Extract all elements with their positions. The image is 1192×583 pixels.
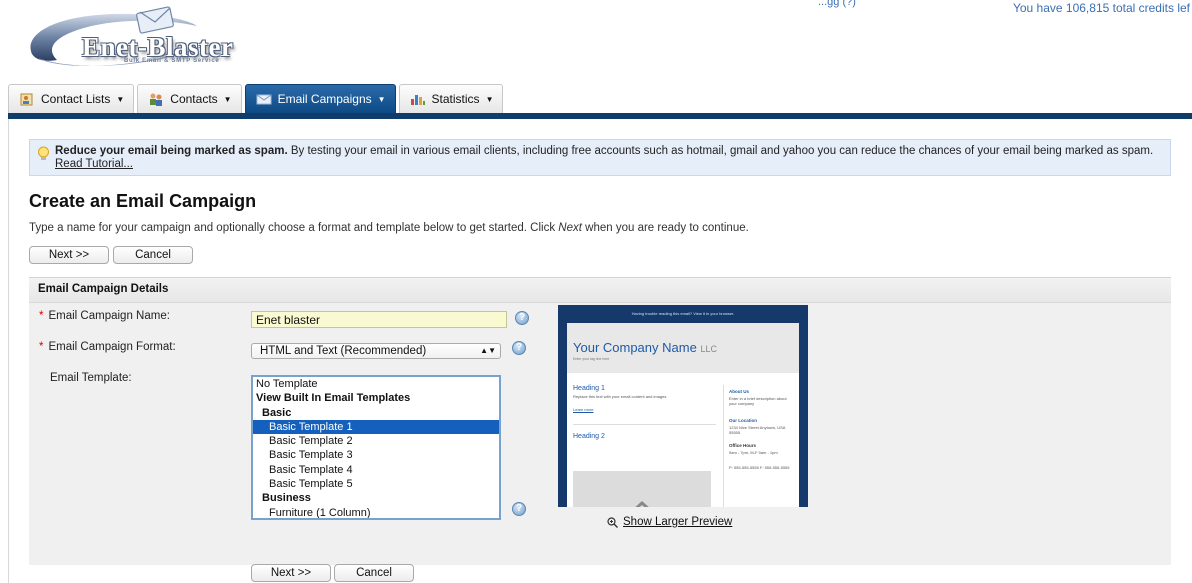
required-asterisk: * xyxy=(39,310,44,322)
email-template-label: Email Template: xyxy=(50,372,132,384)
envelope-icon xyxy=(256,92,272,106)
read-tutorial-link[interactable]: Read Tutorial... xyxy=(55,158,133,170)
campaign-details-panel: Email Campaign Details * Email Campaign N… xyxy=(29,277,1171,565)
preview-right-column: About Us Enter in a brief description ab… xyxy=(723,385,795,507)
preview-location-title: Our Location xyxy=(729,418,757,423)
preview-about-text: Enter in a brief description about your … xyxy=(729,396,787,406)
chevron-down-icon: ▼ xyxy=(485,94,494,104)
next-button-top[interactable]: Next >> xyxy=(29,246,109,264)
enet-blaster-logo[interactable]: Enet-Blaster Bulk Email & SMTP Service xyxy=(22,2,237,74)
chevron-down-icon: ▼ xyxy=(223,94,232,104)
main-content: Reduce your email being marked as spam. … xyxy=(8,119,1192,583)
chevron-down-icon: ▼ xyxy=(377,94,386,104)
template-option-no-template[interactable]: No Template xyxy=(253,377,499,391)
select-arrows-icon: ▲▼ xyxy=(480,346,496,355)
required-asterisk: * xyxy=(39,341,44,353)
tip-bold-text: Reduce your email being marked as spam. xyxy=(55,145,288,157)
template-option-furniture[interactable]: Furniture (1 Column) xyxy=(253,506,499,518)
intro-after: when you are ready to continue. xyxy=(581,222,749,234)
tab-label: Email Campaigns xyxy=(277,92,372,106)
intro-before: Type a name for your campaign and option… xyxy=(29,222,559,234)
template-preview-thumbnail[interactable]: Having trouble reading this email? View … xyxy=(558,305,808,507)
preview-left-column: Heading 1 Replace this text with your em… xyxy=(573,385,716,507)
template-group-business: Business xyxy=(262,492,311,505)
house-icon xyxy=(635,500,649,507)
template-option-basic-2[interactable]: Basic Template 2 xyxy=(253,434,499,448)
template-group-basic: Basic xyxy=(262,406,292,419)
format-selected-value: HTML and Text (Recommended) xyxy=(260,345,427,357)
details-header: Email Campaign Details xyxy=(29,277,1171,303)
header: Enet-Blaster Bulk Email & SMTP Service .… xyxy=(0,0,1192,86)
preview-image-placeholder xyxy=(573,471,711,507)
tab-email-campaigns[interactable]: Email Campaigns ▼ xyxy=(244,84,396,113)
template-option-basic-5[interactable]: Basic Template 5 xyxy=(253,477,499,491)
tab-label: Statistics xyxy=(431,92,480,106)
preview-hours-title: Office Hours xyxy=(729,443,757,448)
magnifier-icon xyxy=(607,517,618,528)
preview-hours-text: 9am - 7pm, M-F 9am - 1pm xyxy=(729,450,778,455)
campaign-name-label-text: Email Campaign Name: xyxy=(48,310,170,322)
tip-text: By testing your email in various email c… xyxy=(287,145,1154,157)
email-template-listbox[interactable]: No Template View Built In Email Template… xyxy=(251,375,501,520)
help-icon[interactable]: ? xyxy=(512,502,526,516)
preview-learn-more: Learn more xyxy=(573,407,594,412)
preview-header: Your Company Name LLC Enter your tag lin… xyxy=(567,323,799,373)
template-option-basic-1[interactable]: Basic Template 1 xyxy=(253,419,499,435)
help-icon[interactable]: ? xyxy=(512,341,526,355)
preview-company-suffix: LLC xyxy=(700,344,717,354)
template-option-basic-3[interactable]: Basic Template 3 xyxy=(253,448,499,462)
contacts-icon xyxy=(148,92,164,106)
cancel-button-bottom[interactable]: Cancel xyxy=(334,564,414,582)
template-group-built-in: View Built In Email Templates xyxy=(256,392,411,405)
intro-next-em: Next xyxy=(558,222,582,234)
contact-lists-icon xyxy=(19,92,35,106)
tab-contacts[interactable]: Contacts ▼ xyxy=(137,84,242,113)
tab-contact-lists[interactable]: Contact Lists ▼ xyxy=(8,84,135,113)
preview-company-name: Your Company Name LLC xyxy=(573,340,793,355)
preview-top-text: Having trouble reading this email? View … xyxy=(631,311,735,316)
preview-heading-1: Heading 1 xyxy=(573,385,605,392)
next-button-bottom[interactable]: Next >> xyxy=(251,564,331,582)
campaign-name-input[interactable]: Enet blaster xyxy=(251,311,507,328)
bar-chart-icon xyxy=(410,92,426,106)
tab-label: Contact Lists xyxy=(41,92,111,106)
campaign-format-label: * Email Campaign Format: xyxy=(39,341,176,353)
top-cut-text: ...gg (?) xyxy=(818,0,856,8)
preview-phone-text: P: 555-555-5555 F: 555-555-5555 xyxy=(729,465,790,470)
tab-label: Contacts xyxy=(170,92,218,106)
credits-text: You have 106,815 total credits lef xyxy=(1012,1,1190,15)
preview-tagline: Enter your tag line here xyxy=(573,357,610,361)
chevron-down-icon: ▼ xyxy=(116,94,125,104)
campaign-name-label: * Email Campaign Name: xyxy=(39,310,170,322)
campaign-format-select[interactable]: HTML and Text (Recommended) ▲▼ xyxy=(251,343,501,359)
cancel-button-top[interactable]: Cancel xyxy=(113,246,193,264)
help-icon[interactable]: ? xyxy=(515,311,529,325)
preview-heading-1-text: Replace this text with your email conten… xyxy=(573,394,667,399)
tab-statistics[interactable]: Statistics ▼ xyxy=(398,84,504,113)
show-larger-preview-text: Show Larger Preview xyxy=(623,516,733,528)
logo-subtext: Bulk Email & SMTP Service xyxy=(124,58,220,64)
show-larger-preview-link[interactable]: Show Larger Preview xyxy=(607,516,733,528)
intro-text: Type a name for your campaign and option… xyxy=(29,222,749,234)
main-nav-tabs: Contact Lists ▼ Contacts ▼ Email Campaig… xyxy=(8,84,506,113)
page-title: Create an Email Campaign xyxy=(29,191,257,211)
preview-email-body: Your Company Name LLC Enter your tag lin… xyxy=(567,323,799,507)
spam-tip-box: Reduce your email being marked as spam. … xyxy=(29,139,1171,176)
preview-heading-2: Heading 2 xyxy=(573,424,716,440)
preview-company-text: Your Company Name xyxy=(573,340,697,355)
preview-location-text: 1234 Nice Street Anytown, USA 55555 xyxy=(729,425,786,435)
template-option-basic-4[interactable]: Basic Template 4 xyxy=(253,463,499,477)
preview-about-title: About Us xyxy=(729,389,749,394)
lightbulb-icon xyxy=(37,146,50,162)
campaign-format-label-text: Email Campaign Format: xyxy=(48,341,176,353)
